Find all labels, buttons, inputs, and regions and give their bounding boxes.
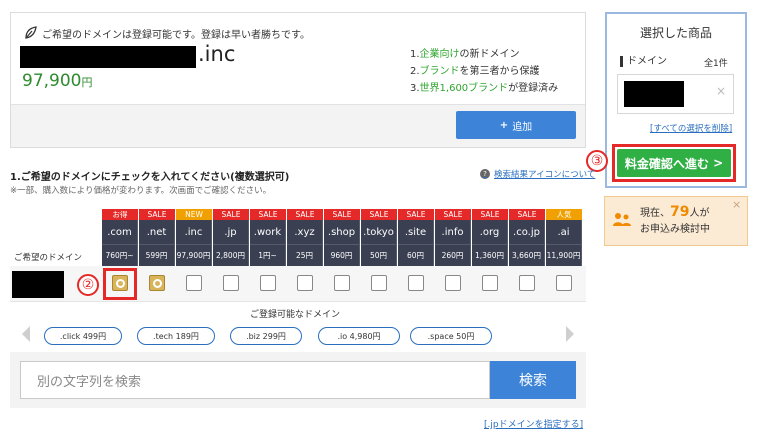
plus-icon: +: [499, 119, 509, 131]
suggestion-pill[interactable]: .space 50円: [410, 327, 492, 345]
tld-price: 260円: [435, 244, 471, 266]
tld-price: 60円: [398, 244, 434, 266]
tld-badge: SALE: [213, 209, 249, 220]
tld-checkbox[interactable]: [482, 275, 498, 291]
suggestions-title: ご登録可能なドメイン: [250, 310, 341, 320]
tld-name: .com: [102, 220, 138, 244]
tld-checkbox[interactable]: [297, 275, 313, 291]
tld-price: 960円: [324, 244, 360, 266]
tld-price: 1,360円: [472, 244, 508, 266]
clear-selection-link[interactable]: [すべての選択を削除]: [650, 122, 732, 134]
tld-name: .org: [472, 220, 508, 244]
tld-checkbox[interactable]: [408, 275, 424, 291]
tld-badge: SALE: [250, 209, 286, 220]
tld-badge: SALE: [509, 209, 545, 220]
tld-name: .ai: [546, 220, 582, 244]
people-icon: [613, 213, 631, 226]
tld-price: 25円: [287, 244, 323, 266]
tld-price: 11,900円: [546, 244, 582, 266]
tld-price: 97,900円: [176, 244, 212, 266]
feature-3: 3.世界1,600ブランドが登録済み: [410, 83, 559, 94]
suggestion-pill[interactable]: .io 4,980円: [318, 327, 400, 345]
tld-checkbox[interactable]: [260, 275, 276, 291]
tld-badge: SALE: [472, 209, 508, 220]
leaf-icon: [25, 26, 37, 39]
annotation-highlight-com: [103, 268, 137, 300]
tld-name: .xyz: [287, 220, 323, 244]
tld-badge: NEW: [176, 209, 212, 220]
suggestions-prev-icon[interactable]: [22, 326, 30, 342]
tld-name: .info: [435, 220, 471, 244]
tld-price: 50円: [361, 244, 397, 266]
tld-badge: お得: [102, 209, 138, 220]
checkout-label: 料金確認へ進む: [624, 156, 709, 171]
tld-name: .net: [139, 220, 175, 244]
row-label: ご希望のドメイン: [14, 253, 83, 263]
feature-1: 1.企業向けの新ドメイン: [410, 49, 520, 60]
redacted-selected-domain: [624, 81, 684, 107]
tld-checkbox[interactable]: [186, 275, 202, 291]
suggestions-next-icon[interactable]: [566, 326, 574, 342]
feature-2: 2.ブランドを第三者から保護: [410, 66, 540, 77]
tld-name: .site: [398, 220, 434, 244]
tld-checkbox[interactable]: [556, 275, 572, 291]
tld-badge: SALE: [139, 209, 175, 220]
close-icon[interactable]: ×: [732, 198, 741, 211]
availability-message: ご希望のドメインは登録可能です。登録は早い者勝ちです。: [42, 30, 310, 41]
tld-name: .tokyo: [361, 220, 397, 244]
tld-checkbox[interactable]: [334, 275, 350, 291]
viewers-text: 現在、79人が お申込み検討中: [640, 204, 710, 235]
selected-domain-label: ドメイン: [620, 56, 667, 67]
chevron-right-icon: >: [713, 156, 724, 170]
add-button-label: 追加: [512, 121, 533, 133]
tld-badge: SALE: [324, 209, 360, 220]
selected-count: 全1件: [704, 59, 728, 69]
tld-checkbox[interactable]: [223, 275, 239, 291]
tld-badge: SALE: [398, 209, 434, 220]
remove-icon[interactable]: ×: [716, 84, 726, 98]
tld-checkbox[interactable]: [149, 275, 165, 291]
tld-name: .inc: [176, 220, 212, 244]
tld-price: 760円~: [102, 244, 138, 266]
suggestion-pill[interactable]: .biz 299円: [230, 327, 302, 345]
instructions-title: 1.ご希望のドメインにチェックを入れてください(複数選択可): [10, 172, 290, 183]
checkout-button[interactable]: 料金確認へ進む >: [617, 149, 731, 177]
tld-name: .jp: [213, 220, 249, 244]
icon-legend-link[interactable]: ? 検索結果アイコンについて: [480, 168, 595, 180]
redacted-row-domain: [12, 271, 64, 298]
suggestion-pill[interactable]: .click 499円: [44, 327, 122, 345]
tld-price: 2,800円: [213, 244, 249, 266]
tld-badge: SALE: [287, 209, 323, 220]
jp-domain-link[interactable]: [.jpドメインを指定する]: [484, 417, 583, 430]
viewers-count: 79: [670, 204, 690, 220]
tld-price: 599円: [139, 244, 175, 266]
domain-price: 97,900円: [22, 71, 93, 91]
tld-badge: SALE: [361, 209, 397, 220]
domain-extension: .inc: [198, 42, 236, 66]
tld-name: .shop: [324, 220, 360, 244]
suggestion-pill[interactable]: .tech 189円: [137, 327, 215, 345]
selected-products-title: 選択した商品: [639, 26, 712, 40]
tld-price: 1円~: [250, 244, 286, 266]
search-button[interactable]: 検索: [490, 361, 576, 399]
tld-name: .co.jp: [509, 220, 545, 244]
help-icon: ?: [480, 169, 490, 179]
tld-name: .work: [250, 220, 286, 244]
search-input[interactable]: 別の文字列を検索: [20, 361, 490, 399]
tld-badge: SALE: [435, 209, 471, 220]
tld-badge: 人気: [546, 209, 582, 220]
tld-checkbox[interactable]: [371, 275, 387, 291]
add-button[interactable]: + 追加: [456, 111, 576, 139]
tld-price: 3,660円: [509, 244, 545, 266]
instructions-note: ※一部、購入数により価格が変わります。次画面でご確認ください。: [10, 186, 272, 196]
annotation-marker-2: ②: [77, 274, 99, 296]
tld-checkbox[interactable]: [519, 275, 535, 291]
tld-checkbox[interactable]: [445, 275, 461, 291]
redacted-domain: [20, 46, 196, 68]
